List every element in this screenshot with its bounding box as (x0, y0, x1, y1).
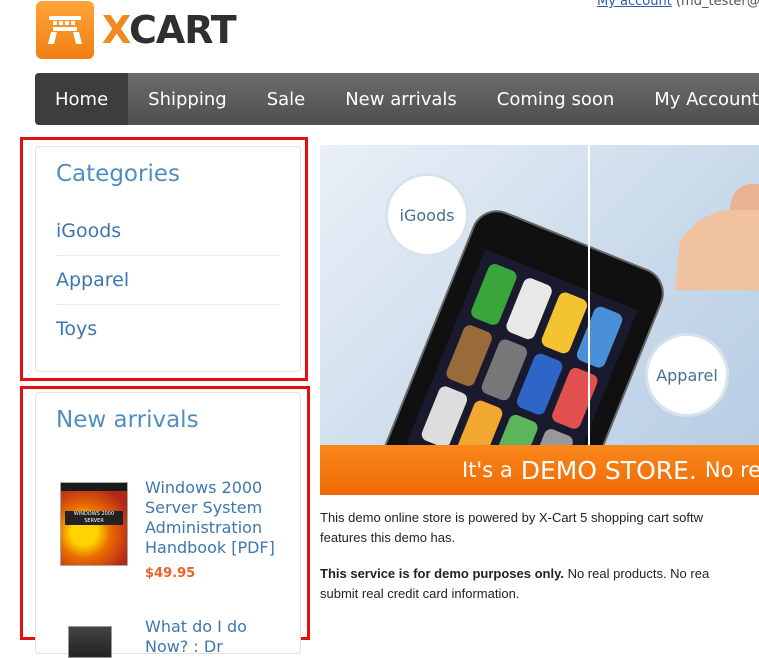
category-apparel[interactable]: Apparel (56, 256, 280, 305)
product-title-line: What do I do (145, 617, 247, 636)
demo-notice: This service is for demo purposes only. … (320, 564, 709, 604)
store-description: This demo online store is powered by X-C… (320, 508, 703, 548)
product-title-line: Handbook [PDF] (145, 538, 275, 557)
logo-cart-text: CART (128, 8, 237, 52)
product-title-windows-2000[interactable]: Windows 2000 Server System Administratio… (145, 478, 275, 558)
account-username: (md_tester@ (675, 0, 759, 9)
category-igoods[interactable]: iGoods (56, 207, 280, 256)
main-navigation: Home Shipping Sale New arrivals Coming s… (35, 73, 759, 125)
demo-store-strip: It's a DEMO STORE. No rea (320, 445, 759, 495)
logo-x-text: X (102, 8, 130, 52)
demo-notice-bold: This service is for demo purposes only. (320, 566, 564, 581)
product-title-line: Server System (145, 498, 263, 517)
demo-strip-prefix: It's a (462, 458, 513, 482)
categories-list: iGoods Apparel Toys (56, 207, 280, 353)
nav-shipping[interactable]: Shipping (128, 73, 247, 125)
demo-notice-line: This service is for demo purposes only. … (320, 564, 709, 584)
category-toys[interactable]: Toys (56, 305, 280, 353)
description-line: features this demo has. (320, 530, 456, 545)
categories-panel: Categories iGoods Apparel Toys (35, 146, 301, 372)
description-line: This demo online store is powered by X-C… (320, 510, 703, 525)
product-price: $49.95 (145, 566, 196, 581)
flexing-arm-image (675, 183, 759, 290)
nav-new-arrivals[interactable]: New arrivals (325, 73, 477, 125)
demo-strip-tail: No rea (704, 458, 759, 482)
product-thumbnail-second-book[interactable] (68, 626, 112, 658)
banner-divider (588, 145, 590, 445)
phone-screen (406, 248, 638, 445)
new-arrivals-title: New arrivals (56, 407, 199, 433)
bubble-igoods[interactable]: iGoods (385, 173, 469, 257)
categories-title: Categories (56, 161, 180, 187)
promo-banner[interactable]: iGoods Apparel (320, 145, 759, 445)
nav-my-account[interactable]: My Account (634, 73, 759, 125)
book-cover-band: WINDOWS 2000 SERVER (65, 511, 123, 525)
product-title-line: Now? : Dr (145, 637, 223, 656)
bubble-apparel[interactable]: Apparel (645, 333, 729, 417)
account-bar: My account (md_tester@ (597, 0, 759, 9)
product-title-line: Windows 2000 (145, 478, 263, 497)
demo-strip-headline: DEMO STORE. (520, 455, 697, 485)
store-logo[interactable]: XCART (36, 0, 237, 60)
demo-notice-line: submit real credit card information. (320, 586, 520, 601)
nav-sale[interactable]: Sale (247, 73, 326, 125)
nav-coming-soon[interactable]: Coming soon (477, 73, 634, 125)
product-title-what-do-i-do[interactable]: What do I do Now? : Dr (145, 617, 247, 657)
cart-logo-icon (36, 1, 94, 59)
product-thumbnail-windows-book[interactable]: WINDOWS 2000 SERVER (60, 482, 128, 566)
my-account-link[interactable]: My account (597, 0, 672, 9)
logo-wordmark: XCART (102, 8, 237, 52)
product-title-line: Administration (145, 518, 263, 537)
demo-notice-rest: No real products. No rea (563, 566, 710, 581)
nav-home[interactable]: Home (35, 73, 129, 125)
